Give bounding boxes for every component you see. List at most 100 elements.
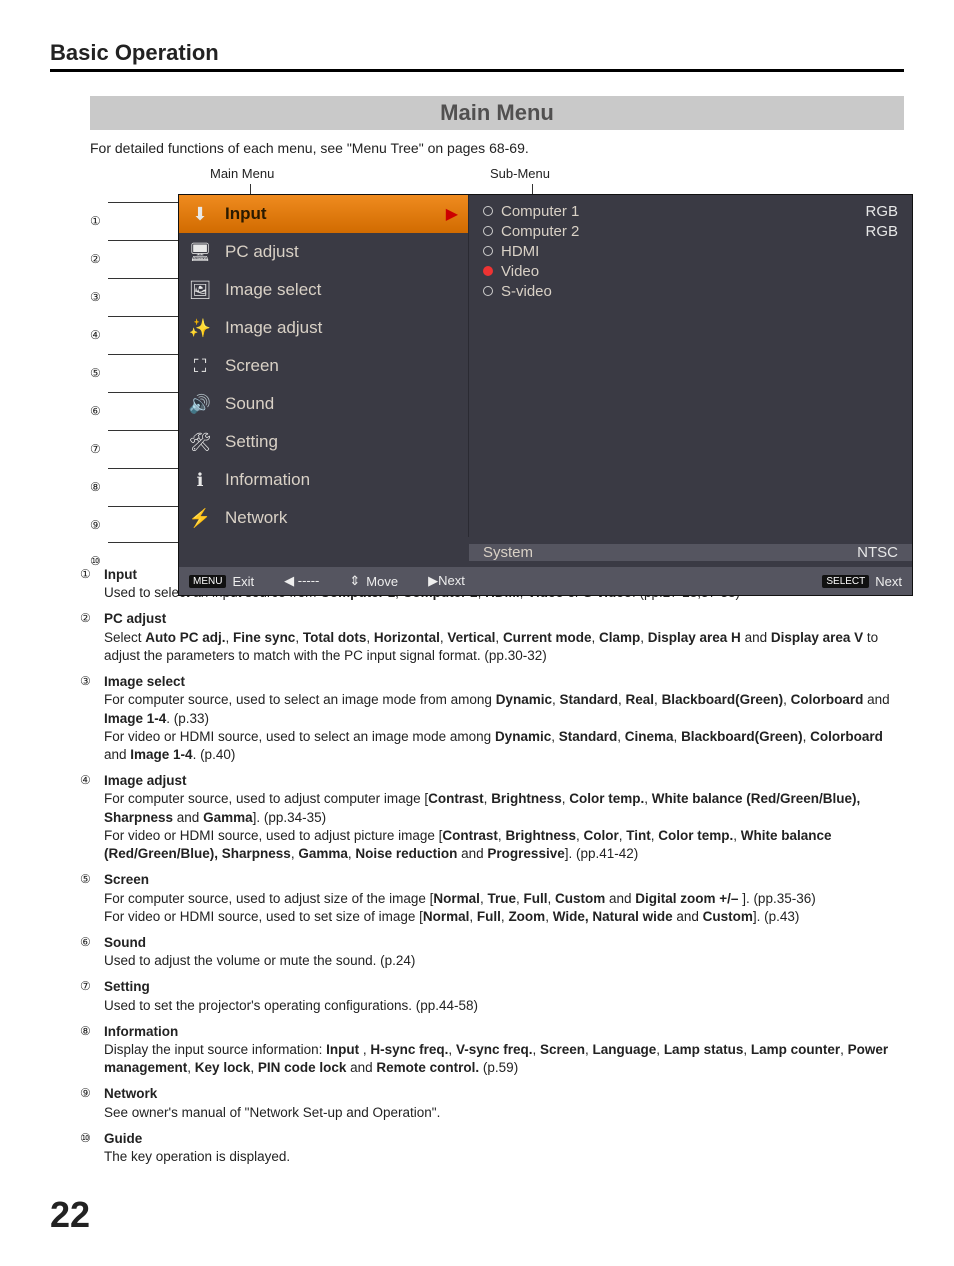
menu-diagram: Main Menu Sub-Menu ①②③④⑤⑥⑦⑧⑨⑩ ⬇Input▶🖥PC… (90, 166, 904, 556)
input-icon: ⬇ (185, 200, 215, 228)
info-icon: ℹ (185, 466, 215, 494)
select-key-icon: SELECT (822, 575, 869, 588)
description-title: Image adjust (104, 772, 904, 790)
radio-unselected-icon (483, 226, 493, 236)
description-title: Guide (104, 1130, 904, 1148)
system-value: NTSC (857, 544, 898, 561)
menu-key-icon: MENU (189, 575, 226, 588)
guide-next-label: Next (875, 574, 902, 589)
description-number: ⑧ (80, 1023, 104, 1078)
description-item: ⑤ScreenFor computer source, used to adju… (80, 871, 904, 926)
description-title: Sound (104, 934, 904, 952)
guide-next: ▶Next (428, 573, 465, 589)
description-number: ② (80, 610, 104, 665)
description-number: ⑨ (80, 1085, 104, 1121)
submenu-item-label: HDMI (501, 243, 539, 260)
description-text: Used to adjust the volume or mute the so… (104, 952, 904, 970)
menu-item-label: Image select (225, 280, 321, 300)
callout-number: ⑥ (90, 392, 110, 430)
submenu-item-label: Computer 2 (501, 223, 579, 240)
submenu-item[interactable]: S-video (483, 281, 898, 301)
imgsel-icon: 🖼 (185, 276, 215, 304)
description-number: ③ (80, 673, 104, 764)
menu-item-screen[interactable]: ⛶Screen (179, 347, 469, 385)
menu-item-information[interactable]: ℹInformation (179, 461, 469, 499)
main-menu-title-bar: Main Menu (90, 96, 904, 130)
page-number: 22 (50, 1194, 904, 1236)
description-item: ③Image selectFor computer source, used t… (80, 673, 904, 764)
callout-number: ② (90, 240, 110, 278)
imgadj-icon: ✨ (185, 314, 215, 342)
menu-item-label: Input (225, 204, 267, 224)
submenu-item[interactable]: Video (483, 261, 898, 281)
chevron-right-icon: ▶ (446, 204, 458, 224)
submenu-item[interactable]: HDMI (483, 241, 898, 261)
menu-item-input[interactable]: ⬇ Input ▶ (179, 195, 469, 233)
submenu-item[interactable]: Computer 1 RGB (483, 201, 898, 221)
description-number: ⑥ (80, 934, 104, 970)
menu-item-label: Image adjust (225, 318, 322, 338)
callout-number: ⑤ (90, 354, 110, 392)
callout-number: ⑧ (90, 468, 110, 506)
description-item: ⑥SoundUsed to adjust the volume or mute … (80, 934, 904, 970)
menu-item-label: Network (225, 508, 287, 528)
callout-number: ⑨ (90, 506, 110, 544)
description-text: See owner's manual of "Network Set-up an… (104, 1104, 904, 1122)
description-text: Select Auto PC adj., Fine sync, Total do… (104, 629, 904, 665)
description-title: Network (104, 1085, 904, 1103)
description-item: ⑨NetworkSee owner's manual of "Network S… (80, 1085, 904, 1121)
description-text: For computer source, used to adjust comp… (104, 790, 904, 863)
callout-number-column: ①②③④⑤⑥⑦⑧⑨⑩ (90, 202, 110, 572)
description-text: For computer source, used to adjust size… (104, 890, 904, 926)
radio-unselected-icon (483, 206, 493, 216)
submenu-item[interactable]: Computer 2RGB (483, 221, 898, 241)
menu-item-image-select[interactable]: 🖼 Image select (179, 271, 469, 309)
tick-line (250, 184, 251, 194)
guide-exit-label: Exit (232, 574, 254, 589)
menu-item-sound[interactable]: 🔊Sound (179, 385, 469, 423)
description-item: ⑦SettingUsed to set the projector's oper… (80, 978, 904, 1014)
column-label-sub: Sub-Menu (490, 166, 550, 181)
description-item: ⑩GuideThe key operation is displayed. (80, 1130, 904, 1166)
osd-system-row: System NTSC (179, 537, 912, 567)
menu-item-network[interactable]: ⚡ Network (179, 499, 469, 537)
guide-select-next: SELECT Next (822, 574, 902, 589)
menu-item-label: Setting (225, 432, 278, 452)
description-title: Screen (104, 871, 904, 889)
guide-move-label: Move (366, 574, 398, 589)
description-number: ⑩ (80, 1130, 104, 1166)
osd-guide-bar: MENU Exit ◀ ----- ⇕ Move ▶Next SELECT Ne… (179, 567, 912, 595)
description-item: ②PC adjustSelect Auto PC adj., Fine sync… (80, 610, 904, 665)
guide-back: ◀ ----- (284, 573, 319, 589)
menu-item-image-adjust[interactable]: ✨ Image adjust (179, 309, 469, 347)
menu-item-setting[interactable]: 🛠 Setting (179, 423, 469, 461)
menu-item-pc-adjust[interactable]: 🖥 PC adjust (179, 233, 469, 271)
callout-number: ⑩ (90, 544, 110, 572)
callout-number: ① (90, 202, 110, 240)
description-list: ①InputUsed to select an input source fro… (80, 566, 904, 1166)
description-number: ⑦ (80, 978, 104, 1014)
leader-lines (108, 202, 178, 572)
radio-selected-icon (483, 266, 493, 276)
column-label-main: Main Menu (210, 166, 274, 181)
menu-item-label: PC adjust (225, 242, 299, 262)
submenu-item-label: Video (501, 263, 539, 280)
osd-submenu-area: Computer 1 RGBComputer 2RGB HDMI Video S-vid… (469, 195, 912, 307)
callout-number: ⑦ (90, 430, 110, 468)
submenu-item-value: RGB (865, 203, 898, 220)
submenu-item-label: Computer 1 (501, 203, 579, 220)
section-heading: Basic Operation (50, 40, 904, 72)
network-icon: ⚡ (185, 504, 215, 532)
setting-icon: 🛠 (185, 428, 215, 456)
description-title: Information (104, 1023, 904, 1041)
description-number: ⑤ (80, 871, 104, 926)
updown-icon: ⇕ (349, 573, 360, 589)
system-label: System (483, 544, 533, 561)
pc-icon: 🖥 (185, 238, 215, 266)
description-title: Image select (104, 673, 904, 691)
description-item: ⑧InformationDisplay the input source inf… (80, 1023, 904, 1078)
description-text: Used to set the projector's operating co… (104, 997, 904, 1015)
submenu-item-label: S-video (501, 283, 552, 300)
guide-move: ⇕ Move (349, 573, 398, 589)
menu-item-label: Screen (225, 356, 279, 376)
